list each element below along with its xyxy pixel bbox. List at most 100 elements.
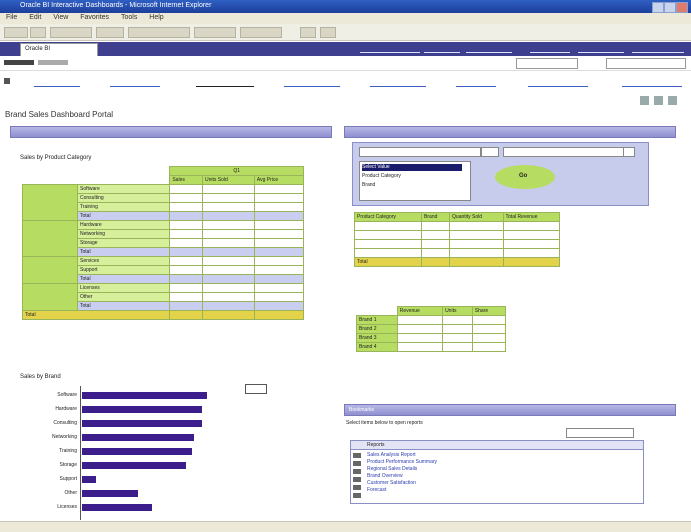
mail-button[interactable]: [320, 27, 336, 38]
page-title: Brand Sales Dashboard Portal: [5, 110, 114, 119]
forward-button[interactable]: [30, 27, 46, 38]
sales-table-title: Sales by Product Category: [20, 155, 92, 161]
back-button[interactable]: [4, 27, 28, 38]
dashboard-name: [38, 60, 68, 65]
bar-label: Storage: [59, 462, 77, 468]
nav-link-settings[interactable]: [530, 45, 570, 53]
search-button[interactable]: [128, 27, 190, 38]
maximize-button[interactable]: [664, 2, 676, 13]
row-label[interactable]: Other: [76, 292, 171, 302]
grand-total-label: Total: [21, 310, 171, 320]
row-label[interactable]: Brand 4: [356, 342, 398, 352]
go-button[interactable]: Go: [495, 165, 555, 189]
search-input[interactable]: [516, 58, 578, 69]
row-label[interactable]: Hardware: [76, 220, 171, 230]
report-link[interactable]: Brand Overview: [367, 473, 437, 480]
page-link-4[interactable]: [284, 80, 340, 87]
bar-label: Consulting: [53, 420, 77, 426]
refresh-icon[interactable]: [654, 96, 663, 105]
page-link-7[interactable]: [528, 80, 588, 87]
bar[interactable]: [82, 490, 138, 497]
options-icon[interactable]: [668, 96, 677, 105]
page-link-5[interactable]: [370, 80, 426, 87]
row-total: Total: [76, 211, 171, 221]
minimize-button[interactable]: [652, 2, 664, 13]
table-row: [353, 248, 561, 258]
nav-link-answers[interactable]: [424, 45, 460, 53]
menu-view[interactable]: View: [53, 14, 68, 21]
bar[interactable]: [82, 462, 186, 469]
tab-dashboard[interactable]: Oracle BI: [20, 43, 98, 57]
home-button[interactable]: [96, 27, 124, 38]
row-label[interactable]: Brand 3: [356, 333, 398, 343]
page-link-6[interactable]: [456, 80, 496, 87]
print-icon[interactable]: [640, 96, 649, 105]
page-link-3[interactable]: [196, 80, 254, 87]
report-icons: [353, 453, 361, 499]
close-button[interactable]: [676, 2, 688, 13]
row-label[interactable]: Networking: [76, 229, 171, 239]
report-link[interactable]: Customer Satisfaction: [367, 480, 437, 487]
page-link-1[interactable]: [34, 80, 80, 87]
row-label[interactable]: Software: [76, 184, 171, 194]
report-link[interactable]: Sales Analysis Report: [367, 452, 437, 459]
report-selector[interactable]: [566, 428, 634, 438]
report-link[interactable]: Regional Sales Details: [367, 466, 437, 473]
bar[interactable]: [82, 448, 192, 455]
bar[interactable]: [82, 504, 152, 511]
menu-help[interactable]: Help: [149, 14, 163, 21]
menu-tools[interactable]: Tools: [121, 14, 137, 21]
bar[interactable]: [82, 420, 202, 427]
refresh-button[interactable]: [50, 27, 92, 38]
bar[interactable]: [82, 476, 96, 483]
bar-label: Networking: [51, 434, 77, 440]
reports-header-label: Reports: [367, 442, 385, 448]
list-item[interactable]: Product Category: [362, 173, 462, 180]
row-label[interactable]: Brand 1: [356, 315, 398, 325]
filter-select-2[interactable]: [503, 147, 635, 157]
bar[interactable]: [82, 392, 207, 399]
page-links-row: [0, 72, 691, 94]
bar-chart-title: Sales by Brand: [20, 374, 61, 380]
filter-select-1[interactable]: [359, 147, 481, 157]
row-label[interactable]: Services: [76, 256, 171, 266]
list-item-selected[interactable]: Select Value: [362, 164, 462, 171]
page-link-2[interactable]: [110, 80, 160, 87]
menu-bar: File Edit View Favorites Tools Help: [0, 13, 691, 24]
user-selector[interactable]: [606, 58, 686, 69]
bar-label: Hardware: [55, 406, 77, 412]
row-label[interactable]: Brand 2: [356, 324, 398, 334]
list-item[interactable]: Brand: [362, 182, 462, 189]
bar-label: Licenses: [57, 504, 77, 510]
nav-link-dashboards[interactable]: [360, 45, 420, 53]
table-row: [353, 230, 561, 240]
bar-label: Software: [57, 392, 77, 398]
menu-edit[interactable]: Edit: [29, 14, 41, 21]
menu-icon[interactable]: [4, 78, 10, 84]
favorites-button[interactable]: [194, 27, 236, 38]
menu-favorites[interactable]: Favorites: [80, 14, 109, 21]
menu-file[interactable]: File: [6, 14, 17, 21]
row-label[interactable]: Support: [76, 265, 171, 275]
row-label[interactable]: Licenses: [76, 283, 171, 293]
row-label[interactable]: Consulting: [76, 193, 171, 203]
nav-link-logout[interactable]: [578, 45, 624, 53]
dashboard-subbar: [0, 56, 691, 71]
report-link[interactable]: Forecast: [367, 487, 437, 494]
nav-link-help[interactable]: [632, 45, 684, 53]
row-label[interactable]: Storage: [76, 238, 171, 248]
filter-dropdown-icon-2[interactable]: [623, 147, 635, 157]
nav-link-more[interactable]: [466, 45, 512, 53]
window-titlebar: Oracle BI Interactive Dashboards - Micro…: [0, 0, 691, 13]
row-label[interactable]: Training: [76, 202, 171, 212]
page-link-8[interactable]: [622, 80, 682, 87]
report-link[interactable]: Product Performance Summary: [367, 459, 437, 466]
media-button[interactable]: [240, 27, 282, 38]
bar[interactable]: [82, 406, 202, 413]
filter-listbox[interactable]: Select Value Product Category Brand: [359, 161, 471, 201]
history-button[interactable]: [300, 27, 316, 38]
filter-dropdown-icon[interactable]: [481, 147, 499, 157]
go-button-label: Go: [519, 173, 528, 179]
bar[interactable]: [82, 434, 194, 441]
table-row: [353, 239, 561, 249]
